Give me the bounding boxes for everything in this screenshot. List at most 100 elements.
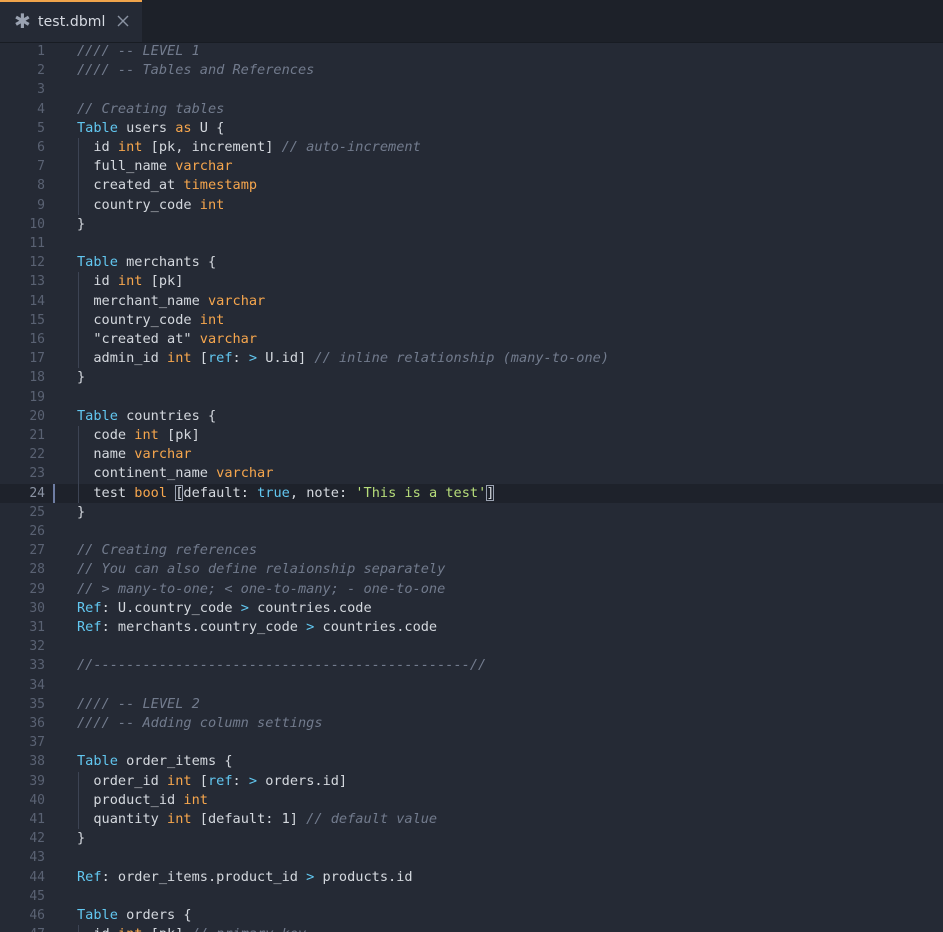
code-text: code int [pk] (77, 427, 200, 443)
code-text: } (77, 503, 86, 520)
code-line[interactable]: 30 Ref: U.country_code > countries.code (0, 599, 943, 618)
code-text: //// -- LEVEL 1 (77, 43, 200, 59)
code-text: //// -- LEVEL 2 (77, 695, 200, 712)
tab-test-dbml[interactable]: ✱ test.dbml (0, 0, 142, 42)
line-number: 42 (29, 831, 45, 847)
code-line[interactable]: 39 order_id int [ref: > orders.id] (0, 772, 943, 791)
code-line[interactable]: 19 (0, 388, 943, 407)
code-text: } (77, 369, 86, 386)
indent-guide (78, 771, 79, 830)
code-text: Table merchants { (77, 254, 217, 271)
code-line[interactable]: 8 created_at timestamp (0, 176, 943, 195)
line-number: 43 (29, 850, 45, 866)
code-text: } (77, 830, 86, 847)
code-line[interactable]: 9 country_code int (0, 196, 943, 215)
code-line[interactable]: 46 Table orders { (0, 906, 943, 925)
line-number: 24 (29, 485, 45, 501)
code-line[interactable]: 26 (0, 522, 943, 541)
code-line[interactable]: 11 (0, 234, 943, 253)
code-line[interactable]: 41 quantity int [default: 1] // default … (0, 810, 943, 829)
code-line[interactable]: 1 //// -- LEVEL 1 (0, 42, 943, 61)
code-line[interactable]: 28 // You can also define relaionship sep… (0, 560, 943, 579)
code-line[interactable]: 21 code int [pk] (0, 426, 943, 445)
code-line[interactable]: 3 (0, 80, 943, 99)
code-line[interactable]: 10} (0, 215, 943, 234)
code-text: merchant_name varchar (77, 292, 266, 309)
code-line[interactable]: 29 // > many-to-one; < one-to-many; - one… (0, 580, 943, 599)
line-number: 32 (29, 639, 45, 655)
tab-bar: ✱ test.dbml (0, 0, 943, 43)
indent-guide (78, 138, 79, 215)
indent-guide (78, 925, 79, 932)
code-line[interactable]: 33 //------------------------------------… (0, 656, 943, 675)
line-number: 2 (37, 63, 45, 79)
code-line[interactable]: 5 Table users as U { (0, 119, 943, 138)
code-text: order_id int [ref: > orders.id] (77, 772, 348, 789)
code-editor[interactable]: 1 //// -- LEVEL 1 2 //// -- Tables and Refe… (0, 42, 943, 932)
line-number: 8 (37, 178, 45, 194)
line-number: 31 (29, 620, 45, 635)
code-line[interactable]: 36 //// -- Adding column settings (0, 714, 943, 733)
code-line[interactable]: 25} (0, 503, 943, 522)
code-line[interactable]: 40 product_id int (0, 791, 943, 810)
code-line[interactable]: 7 full_name varchar (0, 157, 943, 176)
line-number: 6 (37, 140, 45, 155)
code-text: quantity int [default: 1] // default val… (77, 811, 438, 827)
code-line[interactable]: 31 Ref: merchants.country_code > countrie… (0, 618, 943, 637)
line-number: 39 (29, 773, 45, 789)
code-line[interactable]: 42} (0, 829, 943, 848)
code-line[interactable]: 6 id int [pk, increment] // auto-increme… (0, 138, 943, 157)
code-text: admin_id int [ref: > U.id] // inline rel… (77, 350, 610, 367)
indent-guide (78, 272, 79, 369)
code-text: // > many-to-one; < one-to-many; - one-t… (77, 580, 446, 597)
code-text: Table users as U { (77, 119, 225, 136)
code-text: //// -- Adding column settings (77, 715, 323, 731)
code-line[interactable]: 20 Table countries { (0, 407, 943, 426)
code-line[interactable]: 22 name varchar (0, 445, 943, 464)
code-line[interactable]: 24 test bool [default: true, note: 'This… (0, 483, 943, 503)
line-number: 23 (29, 466, 45, 482)
code-text: country_code int (77, 311, 225, 328)
code-line[interactable]: 37 (0, 733, 943, 752)
line-number: 38 (29, 754, 45, 770)
code-line[interactable]: 16 "created at" varchar (0, 330, 943, 349)
code-line[interactable]: 27 // Creating references (0, 541, 943, 560)
code-line[interactable]: 2 //// -- Tables and References (0, 61, 943, 80)
line-number: 5 (37, 120, 45, 136)
code-line[interactable]: 15 country_code int (0, 311, 943, 330)
code-line[interactable]: 32 (0, 637, 943, 656)
line-number: 34 (29, 677, 45, 693)
line-number: 11 (29, 236, 45, 251)
line-number: 19 (29, 389, 45, 405)
code-text: id int [pk] // primary key (77, 925, 306, 932)
code-text: full_name varchar (77, 158, 233, 175)
code-text: } (77, 215, 86, 232)
code-line[interactable]: 43 (0, 848, 943, 867)
code-line[interactable]: 18} (0, 368, 943, 387)
asterisk-icon: ✱ (14, 9, 31, 33)
line-number: 36 (29, 716, 45, 731)
code-line[interactable]: 47 id int [pk] // primary key (0, 925, 943, 932)
code-line[interactable]: 14 merchant_name varchar (0, 292, 943, 311)
code-line[interactable]: 38 Table order_items { (0, 752, 943, 771)
code-line[interactable]: 12 Table merchants { (0, 253, 943, 272)
code-text: name varchar (77, 446, 192, 463)
close-icon[interactable] (116, 14, 130, 28)
code-line[interactable]: 13 id int [pk] (0, 272, 943, 291)
code-line[interactable]: 34 (0, 676, 943, 695)
code-line[interactable]: 23 continent_name varchar (0, 464, 943, 483)
code-line[interactable]: 4 // Creating tables (0, 100, 943, 119)
line-number: 1 (37, 44, 45, 59)
code-line[interactable]: 35 //// -- LEVEL 2 (0, 695, 943, 714)
code-text: // Creating references (77, 542, 258, 559)
line-number: 25 (29, 504, 45, 520)
code-line[interactable]: 44 Ref: order_items.product_id > products… (0, 868, 943, 887)
code-line[interactable]: 17 admin_id int [ref: > U.id] // inline … (0, 349, 943, 368)
line-number: 45 (29, 888, 45, 904)
line-number: 41 (29, 812, 45, 827)
tab-title: test.dbml (38, 14, 106, 30)
indent-guide (78, 426, 79, 503)
line-number: 18 (29, 370, 45, 386)
line-number: 12 (29, 255, 45, 271)
code-line[interactable]: 45 (0, 887, 943, 906)
